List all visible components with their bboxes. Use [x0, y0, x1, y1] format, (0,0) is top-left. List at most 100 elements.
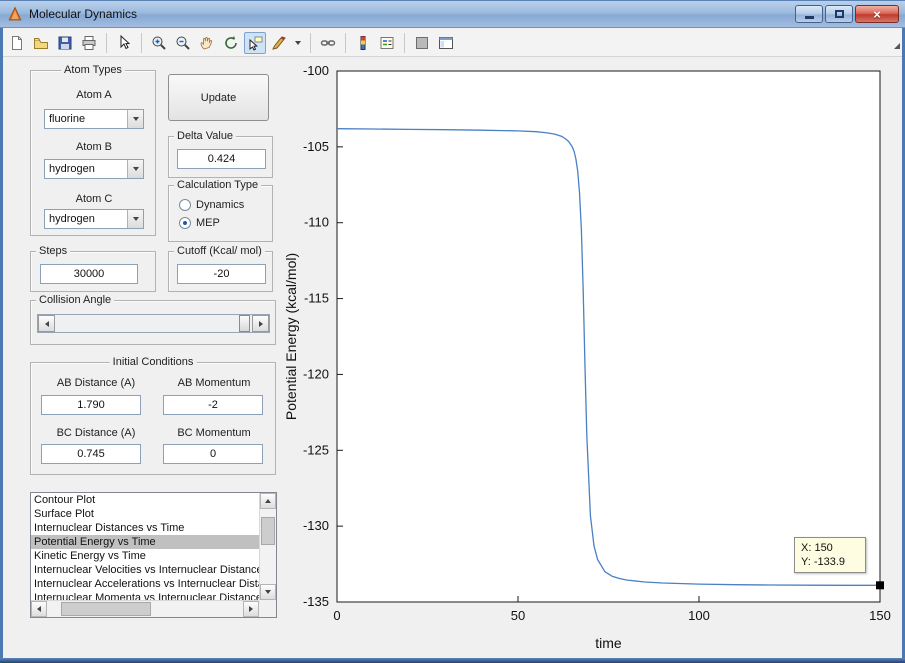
atom-a-value: fluorine	[49, 113, 85, 125]
figure-content: Atom Types Atom A fluorine Atom B hydrog…	[0, 57, 905, 663]
rotate-3d-button[interactable]	[220, 32, 242, 54]
window-title: Molecular Dynamics	[29, 7, 137, 21]
cutoff-field[interactable]	[177, 264, 266, 284]
radio-label: MEP	[196, 217, 220, 229]
atom-b-label: Atom B	[44, 141, 144, 153]
open-file-icon	[33, 35, 49, 51]
chart-area: 050100150-100-105-110-115-120-125-130-13…	[280, 58, 905, 658]
chevron-down-icon	[133, 167, 139, 171]
zoom-out-icon	[175, 35, 191, 51]
new-figure-icon	[9, 35, 25, 51]
list-item[interactable]: Internuclear Momenta vs Internuclear Dis…	[31, 591, 259, 600]
show-plot-tools-button[interactable]	[435, 32, 457, 54]
scroll-right-button[interactable]	[243, 601, 259, 617]
toolbar-separator	[345, 33, 346, 53]
update-button[interactable]: Update	[168, 74, 269, 121]
new-figure-button[interactable]	[6, 32, 28, 54]
steps-field[interactable]	[40, 264, 138, 284]
datatip-marker[interactable]	[876, 581, 884, 589]
radio-dynamics[interactable]: Dynamics	[179, 198, 272, 212]
initial-conditions-title: Initial Conditions	[110, 356, 197, 368]
toolbar-overflow-icon[interactable]	[894, 43, 900, 49]
atom-b-value: hydrogen	[49, 163, 95, 175]
slider-left-arrow[interactable]	[38, 315, 55, 332]
chevron-down-icon	[133, 117, 139, 121]
slider-right-arrow[interactable]	[252, 315, 269, 332]
svg-text:-125: -125	[303, 442, 329, 457]
svg-text:50: 50	[511, 608, 525, 623]
insert-colorbar-button[interactable]	[352, 32, 374, 54]
maximize-button[interactable]	[825, 5, 853, 23]
app-icon	[7, 6, 23, 22]
pan-button[interactable]	[196, 32, 218, 54]
delta-value-panel: Delta Value	[168, 136, 273, 178]
close-button[interactable]: ×	[855, 5, 899, 23]
list-item[interactable]: Surface Plot	[31, 507, 259, 521]
open-file-button[interactable]	[30, 32, 52, 54]
horizontal-scrollbar[interactable]	[31, 600, 259, 617]
bc-momentum-label: BC Momentum	[159, 427, 269, 439]
atom-a-dropdown-arrow[interactable]	[127, 110, 143, 128]
zoom-out-button[interactable]	[172, 32, 194, 54]
collision-angle-title: Collision Angle	[36, 294, 114, 306]
delta-value-field[interactable]	[177, 149, 266, 169]
save-icon	[57, 35, 73, 51]
zoom-in-button[interactable]	[148, 32, 170, 54]
atom-b-select[interactable]: hydrogen	[44, 159, 144, 179]
scroll-up-button[interactable]	[260, 493, 276, 509]
titlebar[interactable]: Molecular Dynamics ×	[0, 0, 905, 28]
atom-types-panel: Atom Types Atom A fluorine Atom B hydrog…	[30, 70, 156, 236]
svg-text:-100: -100	[303, 63, 329, 78]
svg-text:-105: -105	[303, 139, 329, 154]
radio-mep[interactable]: MEP	[179, 216, 272, 230]
atom-a-select[interactable]: fluorine	[44, 109, 144, 129]
scroll-left-button[interactable]	[31, 601, 47, 617]
svg-text:-130: -130	[303, 518, 329, 533]
list-item[interactable]: Internuclear Distances vs Time	[31, 521, 259, 535]
atom-types-title: Atom Types	[61, 64, 125, 76]
vertical-scrollbar[interactable]	[259, 493, 276, 600]
datatip[interactable]: X: 150 Y: -133.9	[794, 537, 866, 573]
insert-legend-icon	[379, 35, 395, 51]
bc-momentum-field[interactable]	[163, 444, 263, 464]
svg-text:-135: -135	[303, 594, 329, 609]
insert-colorbar-icon	[355, 35, 371, 51]
edit-plot-cursor-icon	[116, 35, 132, 51]
ab-momentum-field[interactable]	[163, 395, 263, 415]
datatip-x: X: 150	[801, 541, 859, 555]
data-cursor-button[interactable]	[244, 32, 266, 54]
minimize-button[interactable]	[795, 5, 823, 23]
ab-momentum-label: AB Momentum	[159, 377, 269, 389]
atom-c-label: Atom C	[44, 193, 144, 205]
plot-type-listbox[interactable]: Contour PlotSurface PlotInternuclear Dis…	[30, 492, 277, 618]
initial-conditions-panel: Initial Conditions AB Distance (A) AB Mo…	[30, 362, 276, 475]
atom-c-dropdown-arrow[interactable]	[127, 210, 143, 228]
insert-legend-button[interactable]	[376, 32, 398, 54]
ab-distance-field[interactable]	[41, 395, 141, 415]
slider-thumb[interactable]	[239, 315, 250, 332]
vertical-scrollbar-thumb[interactable]	[261, 517, 275, 545]
svg-text:100: 100	[688, 608, 710, 623]
hide-plot-tools-button[interactable]	[411, 32, 433, 54]
calculation-type-title: Calculation Type	[174, 179, 261, 191]
atom-b-dropdown-arrow[interactable]	[127, 160, 143, 178]
list-item[interactable]: Internuclear Velocities vs Internuclear …	[31, 563, 259, 577]
bc-distance-field[interactable]	[41, 444, 141, 464]
print-figure-button[interactable]	[78, 32, 100, 54]
brush-dropdown-button[interactable]	[292, 32, 304, 54]
close-icon: ×	[873, 7, 881, 22]
svg-text:-110: -110	[304, 215, 329, 230]
brush-button[interactable]	[268, 32, 290, 54]
save-figure-button[interactable]	[54, 32, 76, 54]
scroll-down-button[interactable]	[260, 584, 276, 600]
list-item[interactable]: Internuclear Accelerations vs Internucle…	[31, 577, 259, 591]
maximize-icon	[835, 10, 844, 18]
list-item[interactable]: Potential Energy vs Time	[31, 535, 259, 549]
list-item[interactable]: Kinetic Energy vs Time	[31, 549, 259, 563]
atom-c-select[interactable]: hydrogen	[44, 209, 144, 229]
link-plot-button[interactable]	[317, 32, 339, 54]
edit-plot-button[interactable]	[113, 32, 135, 54]
list-item[interactable]: Contour Plot	[31, 493, 259, 507]
horizontal-scrollbar-thumb[interactable]	[61, 602, 151, 616]
collision-angle-slider[interactable]	[37, 314, 270, 333]
